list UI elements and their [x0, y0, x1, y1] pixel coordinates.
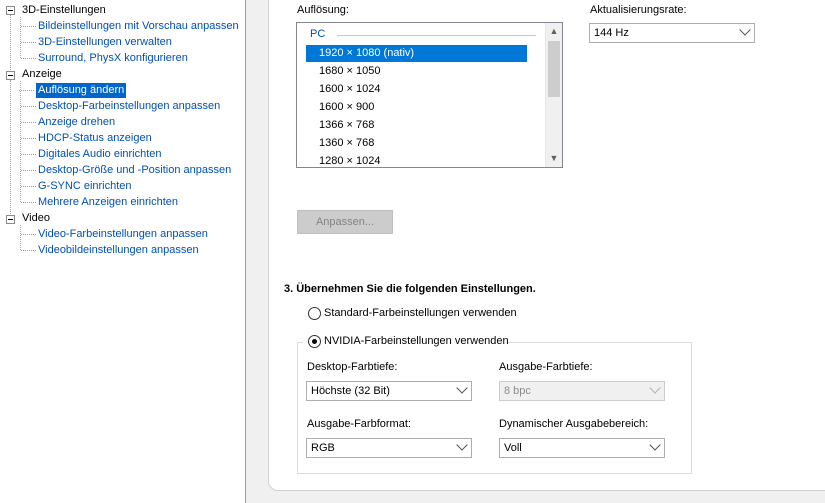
scroll-thumb[interactable]: [548, 41, 560, 97]
resolution-option[interactable]: 1360 × 768: [306, 135, 527, 152]
resolution-option[interactable]: 1600 × 1024: [306, 81, 527, 98]
dynamic-range-select[interactable]: Voll: [499, 438, 665, 458]
resolution-option[interactable]: 1366 × 768: [306, 117, 527, 134]
refresh-rate-label: Aktualisierungsrate:: [590, 4, 687, 16]
tree-item-manage-3d[interactable]: 3D-Einstellungen verwalten: [21, 35, 172, 50]
tree-guide-line: [10, 80, 11, 224]
scroll-up-icon[interactable]: ▲: [546, 23, 562, 40]
radio-nvidia-colors[interactable]: [308, 335, 321, 348]
chevron-down-icon: [739, 24, 751, 36]
collapse-toggle-icon[interactable]: [6, 215, 15, 224]
tree-item-change-resolution[interactable]: Auflösung ändern: [18, 83, 127, 98]
chevron-down-icon: [649, 439, 661, 451]
tree-guide-line: [20, 17, 21, 58]
tree-item-video-color[interactable]: Video-Farbeinstellungen anpassen: [21, 227, 208, 242]
tree-item-video-image[interactable]: Videobildeinstellungen anpassen: [21, 243, 199, 258]
resolution-option[interactable]: 1920 × 1080 (nativ): [306, 45, 527, 62]
tree-item-surround-physx[interactable]: Surround, PhysX konfigurieren: [21, 51, 188, 66]
tree-item-desktop-color[interactable]: Desktop-Farbeinstellungen anpassen: [20, 99, 220, 114]
tree-item-digital-audio[interactable]: Digitales Audio einrichten: [21, 147, 162, 162]
refresh-rate-value: 144 Hz: [594, 27, 629, 39]
tree-category-3d-settings[interactable]: 3D-Einstellungen: [22, 3, 106, 18]
tree-item-multiple-displays[interactable]: Mehrere Anzeigen einrichten: [20, 195, 178, 210]
tree-item-image-preview[interactable]: Bildeinstellungen mit Vorschau anpassen: [21, 19, 239, 34]
radio-nvidia-colors-label[interactable]: NVIDIA-Farbeinstellungen verwenden: [324, 335, 509, 347]
tree-item-rotate-display[interactable]: Anzeige drehen: [20, 115, 115, 130]
resolution-label: Auflösung:: [297, 4, 349, 16]
desktop-depth-label: Desktop-Farbtiefe:: [307, 361, 398, 373]
scroll-down-icon[interactable]: ▼: [546, 150, 562, 167]
tree-item-gsync[interactable]: G-SYNC einrichten: [21, 179, 132, 194]
output-depth-select[interactable]: 8 bpc: [499, 381, 665, 401]
customize-button[interactable]: Anpassen...: [297, 210, 393, 234]
radio-default-colors[interactable]: [308, 307, 321, 320]
output-format-select[interactable]: RGB: [306, 438, 472, 458]
pane-splitter[interactable]: [246, 0, 250, 503]
chevron-down-icon: [456, 382, 468, 394]
dynamic-range-label: Dynamischer Ausgabebereich:: [499, 418, 649, 430]
resolution-option[interactable]: 1600 × 900: [306, 99, 527, 116]
collapse-toggle-icon[interactable]: [6, 71, 15, 80]
apply-section-title: 3. Übernehmen Sie die folgenden Einstell…: [284, 283, 536, 295]
resolution-option[interactable]: 1680 × 1050: [306, 63, 527, 80]
desktop-depth-select[interactable]: Höchste (32 Bit): [306, 381, 472, 401]
desktop-depth-value: Höchste (32 Bit): [311, 385, 390, 397]
chevron-down-icon: [649, 382, 661, 394]
list-group-header: PC: [310, 28, 326, 40]
output-format-value: RGB: [311, 442, 335, 454]
refresh-rate-select[interactable]: 144 Hz: [589, 23, 755, 43]
collapse-toggle-icon[interactable]: [6, 6, 15, 15]
tree-item-desktop-size[interactable]: Desktop-Größe und -Position anpassen: [20, 163, 231, 178]
tree-category-display[interactable]: Anzeige: [22, 67, 62, 82]
tree-item-hdcp-status[interactable]: HDCP-Status anzeigen: [21, 131, 152, 146]
listbox-scrollbar[interactable]: ▲ ▼: [545, 23, 562, 167]
resolution-listbox[interactable]: PC 1920 × 1080 (nativ) 1680 × 1050 1600 …: [296, 22, 563, 168]
tree-guide-line: [20, 81, 21, 202]
list-group-divider: [337, 35, 536, 36]
tree-category-video[interactable]: Video: [22, 211, 50, 226]
tree-guide-line: [20, 225, 21, 250]
navigation-tree: 3D-Einstellungen Bildeinstellungen mit V…: [0, 0, 246, 503]
output-depth-value: 8 bpc: [504, 385, 531, 397]
chevron-down-icon: [456, 439, 468, 451]
radio-default-colors-label[interactable]: Standard-Farbeinstellungen verwenden: [324, 307, 517, 319]
dynamic-range-value: Voll: [504, 442, 522, 454]
output-depth-label: Ausgabe-Farbtiefe:: [499, 361, 593, 373]
resolution-option[interactable]: 1280 × 1024: [306, 153, 527, 167]
output-format-label: Ausgabe-Farbformat:: [307, 418, 411, 430]
